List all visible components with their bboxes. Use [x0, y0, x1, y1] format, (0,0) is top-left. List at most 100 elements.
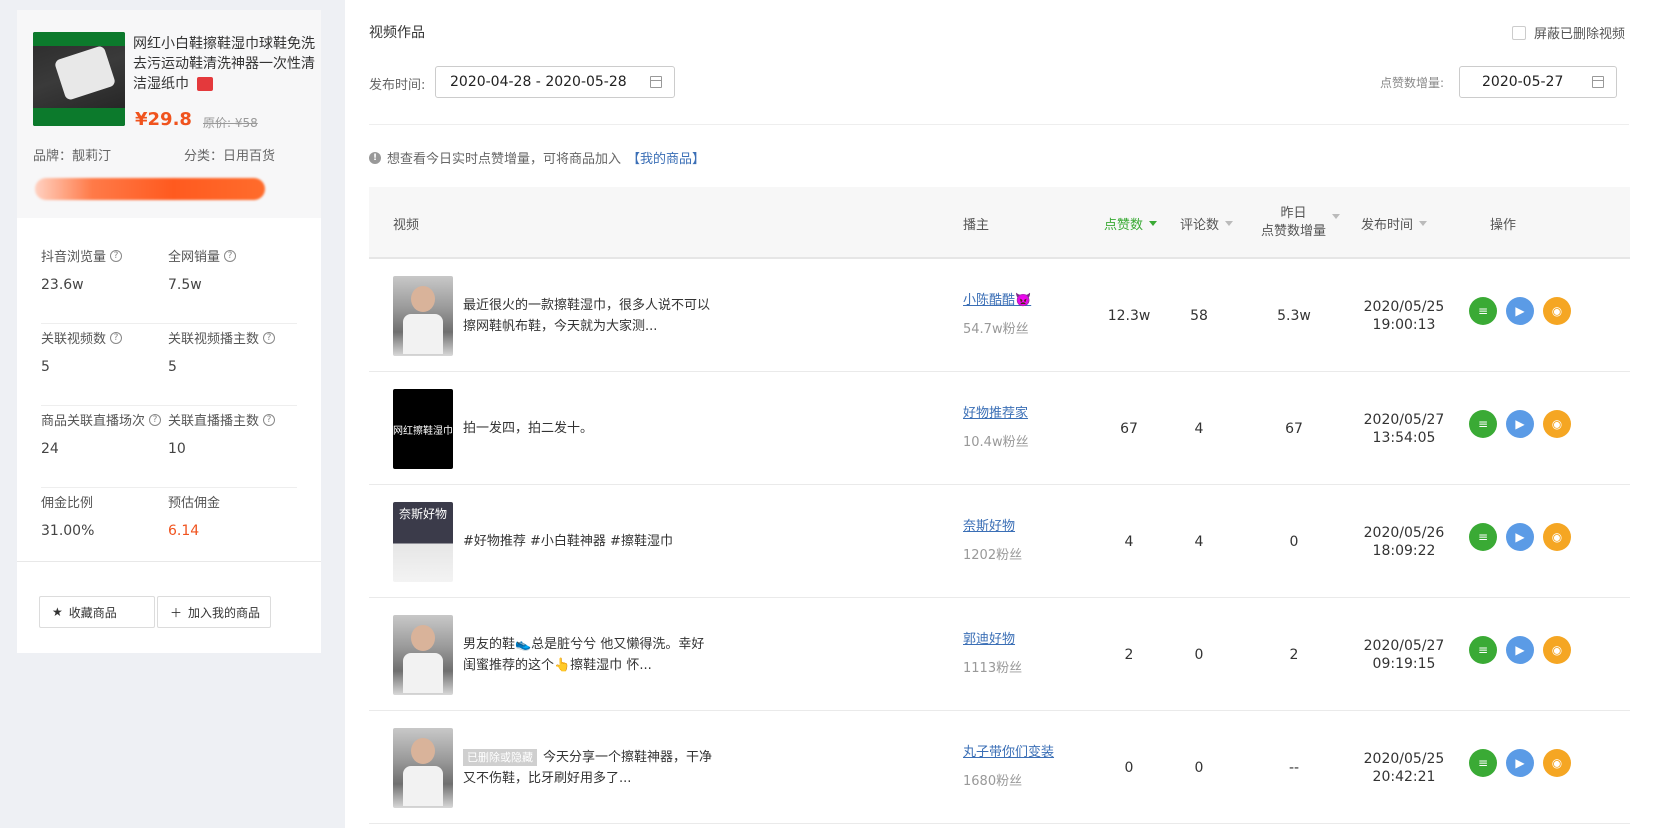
hide-deleted-checkbox[interactable]: [1511, 25, 1526, 40]
play-icon[interactable]: ▶: [1506, 523, 1534, 551]
publish-date: 2020/05/27: [1363, 411, 1445, 428]
stat-value: 5: [41, 359, 50, 375]
help-icon[interactable]: ?: [263, 413, 276, 426]
hide-deleted-toggle[interactable]: 屏蔽已删除视频: [1511, 23, 1625, 42]
help-icon[interactable]: ?: [149, 413, 162, 426]
video-thumbnail[interactable]: [393, 615, 453, 695]
stat-label: 全网销量?: [168, 246, 295, 265]
play-icon[interactable]: ▶: [1506, 410, 1534, 438]
creator-link[interactable]: 丸子带你们变装: [963, 741, 1054, 760]
video-thumbnail[interactable]: [393, 728, 453, 808]
header-creator-label: 播主: [963, 217, 990, 233]
publish-clock: 18:09:22: [1372, 542, 1436, 559]
stat-label: 佣金比例: [41, 492, 168, 511]
help-icon[interactable]: ?: [110, 331, 123, 344]
help-icon[interactable]: ?: [263, 331, 276, 344]
target-icon[interactable]: ◉: [1543, 636, 1571, 664]
star-icon: ★: [52, 605, 63, 619]
stat-item: 关联视频播主数? 5: [168, 328, 295, 405]
help-icon[interactable]: ?: [224, 249, 237, 262]
target-icon[interactable]: ◉: [1543, 297, 1571, 325]
product-title[interactable]: 网红小白鞋擦鞋湿巾球鞋免洗去污运动鞋清洗神器一次性清洁湿纸巾: [133, 34, 315, 94]
comments-count: 0: [1194, 646, 1204, 663]
video-thumbnail[interactable]: 网红擦鞋湿巾: [393, 389, 453, 469]
stat-label-text: 关联视频播主数: [168, 332, 260, 347]
favorite-button[interactable]: ★ 收藏商品: [39, 596, 155, 628]
video-description-text: 最近很火的一款擦鞋湿巾，很多人说不可以擦网鞋帆布鞋，今天就为大家测...: [463, 295, 713, 337]
target-icon[interactable]: ◉: [1543, 749, 1571, 777]
video-description[interactable]: 男友的鞋👟总是脏兮兮 他又懒得洗。幸好闺蜜推荐的这个👆擦鞋湿巾 怀...: [463, 598, 713, 711]
stat-label-text: 全网销量: [168, 250, 221, 265]
tip-message: ! 想查看今日实时点赞增量，可将商品加入 【我的商品】: [369, 148, 705, 167]
detail-list-icon[interactable]: ≡: [1469, 523, 1497, 551]
target-icon[interactable]: ◉: [1543, 523, 1571, 551]
add-my-product-button[interactable]: ＋ 加入我的商品: [157, 596, 271, 628]
creator-link[interactable]: 奈斯好物: [963, 515, 1015, 534]
my-products-link[interactable]: 【我的商品】: [627, 148, 705, 167]
target-icon[interactable]: ◉: [1543, 410, 1571, 438]
header-comments-sort[interactable]: 评论数: [1180, 187, 1234, 259]
stat-value: 7.5w: [168, 277, 202, 293]
stat-label-text: 关联视频数: [41, 332, 107, 347]
help-icon[interactable]: ?: [110, 249, 123, 262]
header-comments-label: 评论数: [1180, 217, 1220, 233]
detail-list-icon[interactable]: ≡: [1469, 749, 1497, 777]
stat-label: 抖音浏览量?: [41, 246, 168, 265]
video-description[interactable]: 最近很火的一款擦鞋湿巾，很多人说不可以擦网鞋帆布鞋，今天就为大家测...: [463, 259, 713, 372]
video-desc-text: 最近很火的一款擦鞋湿巾，很多人说不可以擦网鞋帆布鞋，今天就为大家测...: [463, 297, 711, 334]
video-description-text: 男友的鞋👟总是脏兮兮 他又懒得洗。幸好闺蜜推荐的这个👆擦鞋湿巾 怀...: [463, 634, 713, 676]
stat-item: 抖音浏览量? 23.6w: [41, 246, 168, 323]
detail-list-icon[interactable]: ≡: [1469, 410, 1497, 438]
publish-date: 2020/05/25: [1363, 750, 1445, 767]
stat-item: 全网销量? 7.5w: [168, 246, 295, 323]
row-actions: ≡ ▶ ◉: [1469, 636, 1571, 664]
sort-down-icon: [1225, 220, 1234, 226]
deleted-badge: 已删除或隐藏: [463, 748, 537, 766]
tmall-icon: [197, 77, 213, 91]
likes-count: 2: [1124, 646, 1134, 663]
play-icon[interactable]: ▶: [1506, 297, 1534, 325]
video-thumbnail[interactable]: [393, 276, 453, 356]
video-description[interactable]: 拍一发四，拍二发十。: [463, 372, 713, 485]
video-thumbnail[interactable]: 奈斯好物: [393, 502, 453, 582]
detail-list-icon[interactable]: ≡: [1469, 297, 1497, 325]
publish-clock: 19:00:13: [1372, 316, 1436, 333]
video-description[interactable]: #好物推荐 #小白鞋神器 #擦鞋湿巾: [463, 485, 713, 598]
video-description-text: 拍一发四，拍二发十。: [463, 418, 593, 439]
yesterday-likes-increment: 67: [1285, 420, 1303, 437]
stat-label-text: 商品关联直播场次: [41, 414, 146, 429]
likes-count: 4: [1124, 533, 1134, 550]
favorite-label: 收藏商品: [68, 605, 117, 620]
original-price: 原价: ¥58: [203, 116, 258, 130]
stat-value: 6.14: [168, 523, 200, 539]
publish-time: 2020/05/26 18:09:22: [1344, 485, 1464, 598]
play-icon[interactable]: ▶: [1506, 636, 1534, 664]
product-brand: 品牌：靓莉汀: [33, 149, 112, 164]
header-yesterday-sort[interactable]: 昨日 点赞数增量: [1261, 187, 1341, 259]
creator-fans: 54.7w粉丝: [963, 322, 1029, 337]
date-range-picker[interactable]: 2020-04-28 - 2020-05-28: [435, 66, 675, 98]
creator-link[interactable]: 好物推荐家: [963, 402, 1028, 421]
stat-value: 5: [168, 359, 177, 375]
stat-row: 佣金比例 31.00% 预估佣金 6.14: [41, 488, 297, 570]
video-desc-text: #好物推荐 #小白鞋神器 #擦鞋湿巾: [463, 534, 673, 549]
likes-increment-label: 点赞数增量:: [1380, 76, 1445, 90]
creator-fans: 1113粉丝: [963, 661, 1023, 676]
play-icon[interactable]: ▶: [1506, 749, 1534, 777]
video-works-panel: 视频作品 屏蔽已删除视频 发布时间: 2020-04-28 - 2020-05-…: [345, 0, 1653, 828]
product-stats: 抖音浏览量? 23.6w 全网销量? 7.5w 关联视频数? 5 关联视频播主数? 5 商品关联…: [17, 218, 321, 561]
product-thumbnail[interactable]: [33, 32, 125, 126]
likes-count: 12.3w: [1107, 307, 1151, 324]
likes-increment-date-picker[interactable]: 2020-05-27: [1459, 66, 1617, 98]
comments-count: 4: [1194, 420, 1204, 437]
creator-link[interactable]: 小陈酷酷👿: [963, 289, 1031, 308]
stat-label-text: 关联直播播主数: [168, 414, 260, 429]
stat-value: 23.6w: [41, 277, 84, 293]
video-desc-text: 男友的鞋👟总是脏兮兮 他又懒得洗。幸好闺蜜推荐的这个👆擦鞋湿巾 怀...: [463, 636, 705, 673]
video-description[interactable]: 已删除或隐藏 今天分享一个擦鞋神器，干净又不伤鞋，比牙刷好用多了...: [463, 711, 713, 824]
header-video: 视频: [393, 187, 419, 259]
detail-list-icon[interactable]: ≡: [1469, 636, 1497, 664]
header-publish-sort[interactable]: 发布时间: [1361, 187, 1428, 259]
header-likes-sort[interactable]: 点赞数: [1104, 187, 1158, 259]
creator-link[interactable]: 郭迪好物: [963, 628, 1015, 647]
